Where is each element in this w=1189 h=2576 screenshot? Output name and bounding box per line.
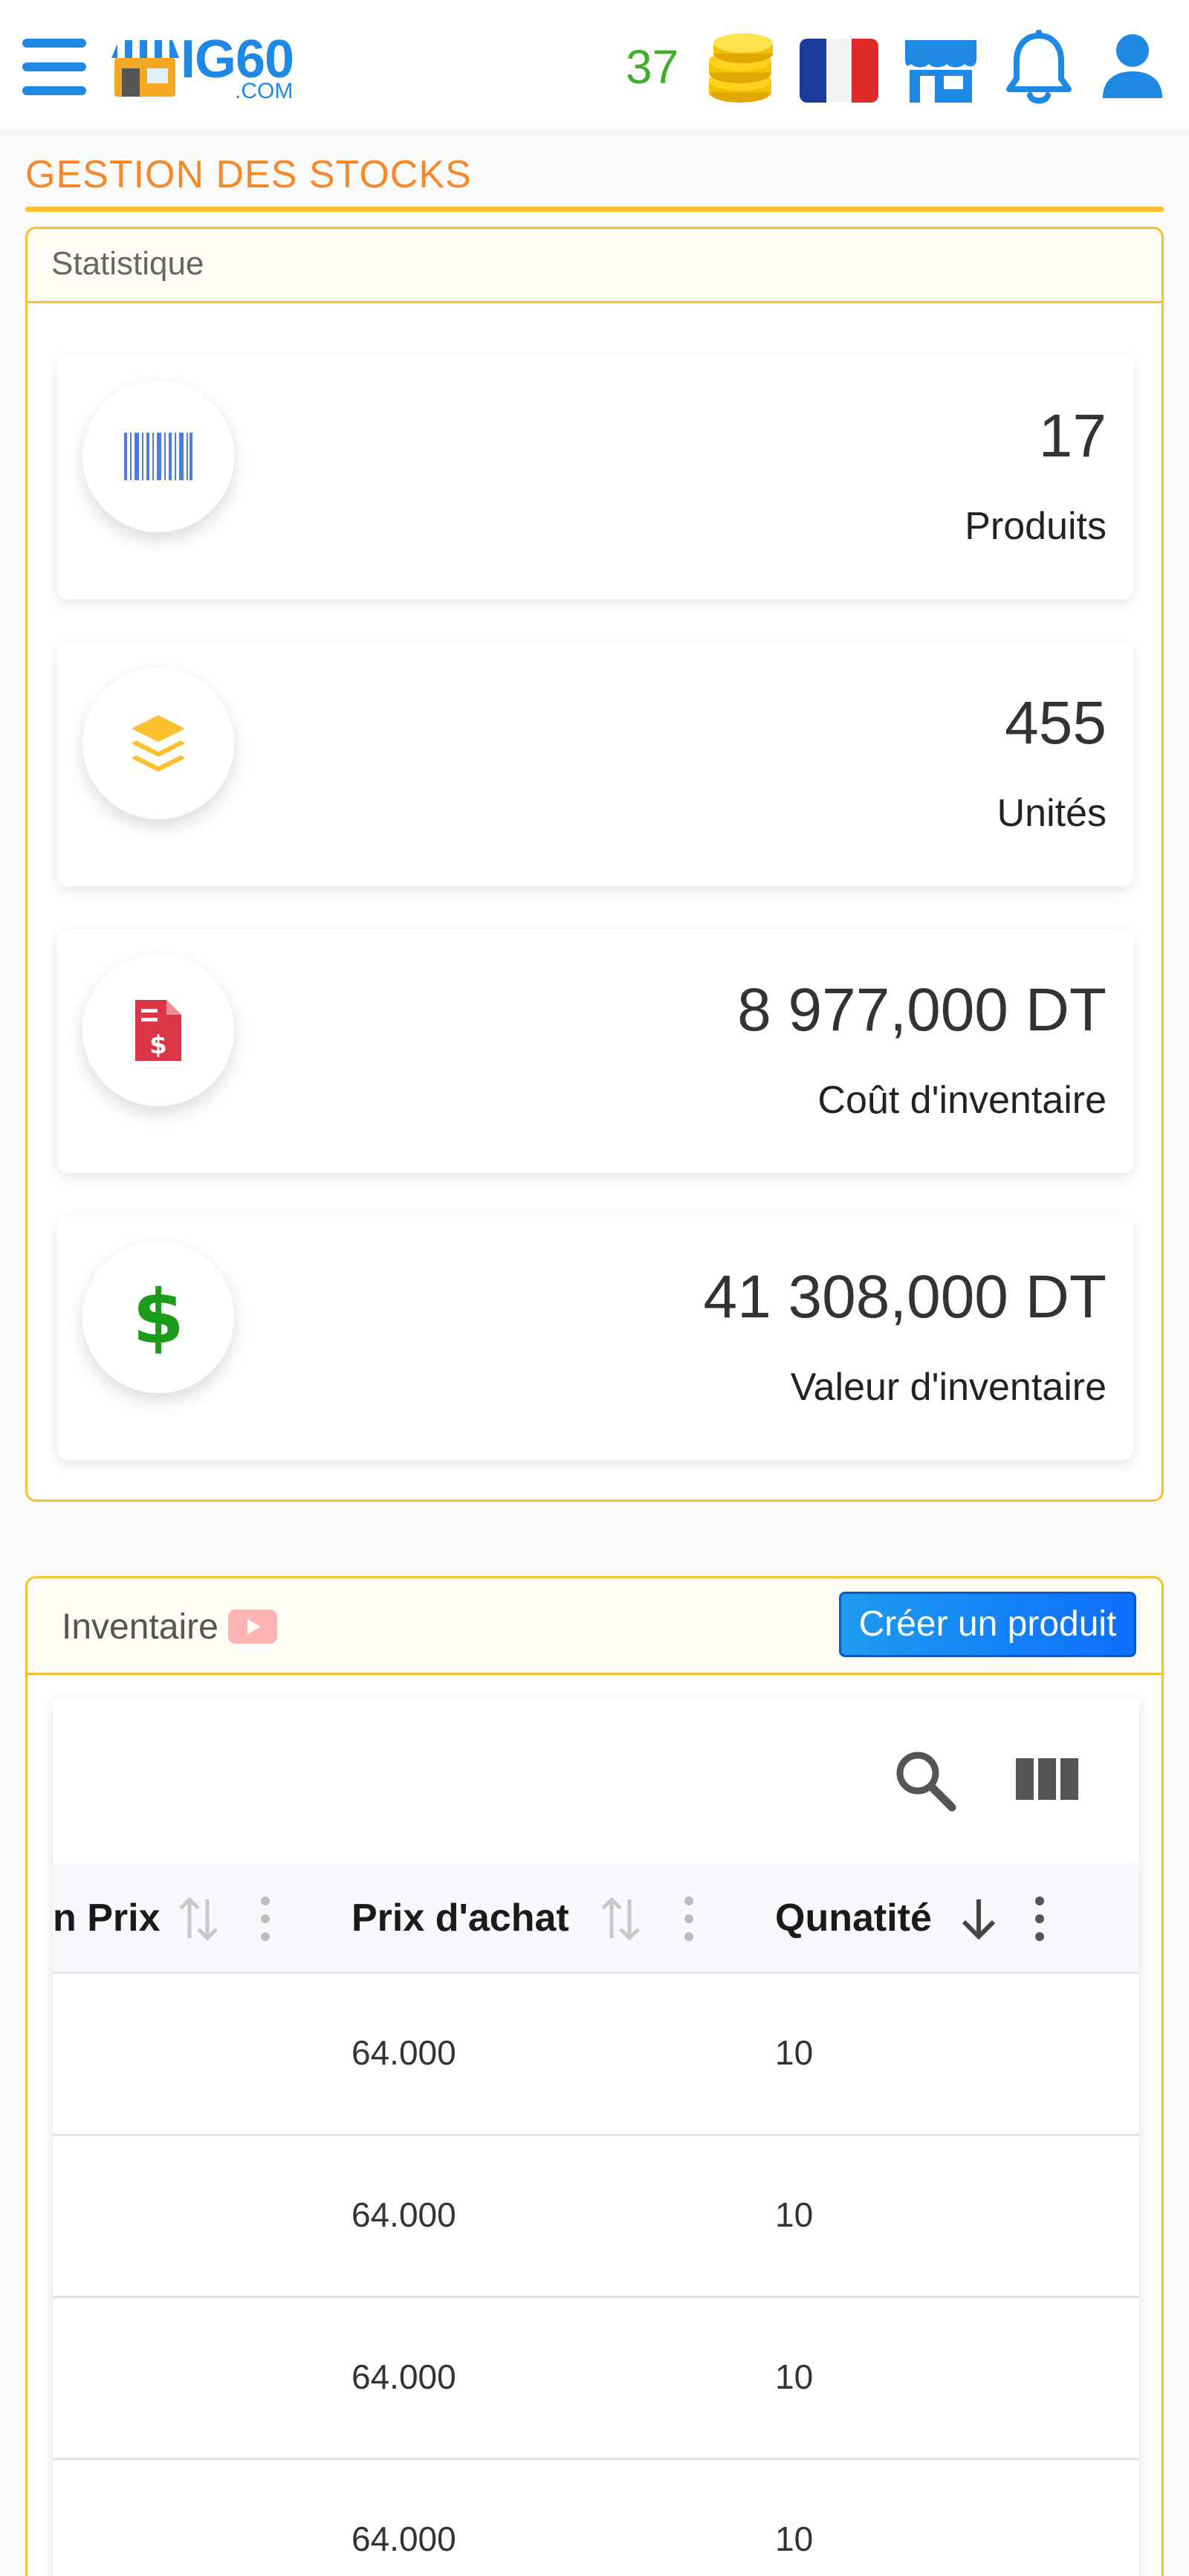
stat-label: Unités — [997, 792, 1107, 835]
french-flag-icon[interactable] — [800, 39, 878, 103]
dollar-icon: $ — [132, 1280, 184, 1355]
table-row[interactable]: 64.000 10 — [53, 2136, 1139, 2298]
stat-value: 41 308,000 DT — [703, 1263, 1107, 1331]
column-header-prix[interactable]: n Prix — [53, 1892, 161, 1944]
bell-icon[interactable] — [1005, 30, 1073, 107]
inventory-table: n Prix Prix d'achat Qunatité 64.000 10 6… — [53, 1697, 1139, 2576]
stat-inventory-value: $ 41 308,000 DT Valeur d'inventaire — [57, 1216, 1133, 1460]
logo-subtext: .COM — [235, 79, 294, 103]
statistics-card-header: Statistique — [27, 229, 1162, 303]
cell-quantite: 10 — [775, 2033, 814, 2072]
table-row[interactable]: 64.000 10 — [53, 2298, 1139, 2460]
store-icon[interactable] — [902, 34, 979, 106]
cell-quantite: 10 — [775, 2195, 814, 2234]
cell-prix-achat: 64.000 — [351, 2519, 456, 2558]
column-menu-icon[interactable] — [258, 1895, 273, 1943]
inventory-card: Inventaire Créer un produit n Prix Prix … — [25, 1576, 1164, 2576]
cell-prix-achat: 64.000 — [351, 2195, 456, 2234]
page: IG60 .COM 37 GESTION DES STOCKS Statisti… — [0, 0, 1189, 2576]
statistics-title: Statistique — [51, 245, 204, 282]
cell-quantite: 10 — [775, 2357, 814, 2396]
layers-icon — [132, 715, 185, 772]
menu-icon[interactable] — [22, 39, 86, 95]
logo[interactable]: IG60 .COM — [110, 30, 311, 104]
column-menu-icon[interactable] — [1032, 1895, 1047, 1943]
barcode-icon — [124, 433, 192, 480]
sort-icon[interactable] — [600, 1895, 641, 1943]
stat-label: Produits — [965, 505, 1107, 548]
top-bar: IG60 .COM 37 — [0, 0, 1189, 130]
cell-prix-achat: 64.000 — [351, 2357, 456, 2396]
columns-icon[interactable] — [1016, 1755, 1078, 1803]
stat-icon-circle: $ — [82, 955, 234, 1106]
invoice-dollar-icon: $ — [135, 1000, 181, 1061]
sort-icon[interactable] — [178, 1895, 219, 1943]
stat-inventory-cost: $ 8 977,000 DT Coût d'inventaire — [57, 929, 1133, 1173]
stat-value: 455 — [1005, 689, 1107, 757]
user-icon[interactable] — [1098, 31, 1167, 100]
table-row[interactable]: 64.000 10 — [53, 2460, 1139, 2576]
video-play-icon[interactable] — [228, 1610, 277, 1644]
stat-value: 8 977,000 DT — [737, 976, 1107, 1044]
cell-prix-achat: 64.000 — [351, 2033, 456, 2072]
svg-text:$: $ — [132, 1280, 184, 1355]
create-product-button[interactable]: Créer un produit — [839, 1592, 1136, 1657]
stat-icon-circle — [82, 668, 234, 819]
table-header: n Prix Prix d'achat Qunatité — [53, 1862, 1139, 1974]
sort-descending-icon[interactable] — [959, 1897, 998, 1941]
stat-products: 17 Produits — [57, 355, 1133, 599]
stat-label: Valeur d'inventaire — [790, 1366, 1107, 1409]
inventory-title: Inventaire — [62, 1607, 218, 1647]
stat-icon-circle — [82, 381, 234, 532]
column-menu-icon[interactable] — [681, 1895, 696, 1943]
coins-count: 37 — [626, 40, 679, 94]
search-icon[interactable] — [891, 1746, 958, 1813]
column-header-prix-achat[interactable]: Prix d'achat — [351, 1892, 569, 1944]
stat-value: 17 — [1038, 402, 1107, 470]
coins-icon[interactable] — [697, 28, 779, 110]
column-header-quantite[interactable]: Qunatité — [775, 1892, 932, 1944]
inventory-card-header: Inventaire Créer un produit — [27, 1578, 1162, 1675]
page-title: GESTION DES STOCKS — [25, 153, 472, 196]
cell-quantite: 10 — [775, 2519, 814, 2558]
stat-icon-circle: $ — [82, 1242, 234, 1393]
title-underline — [25, 207, 1164, 212]
table-row[interactable]: 64.000 10 — [53, 1974, 1139, 2136]
shop-logo-icon — [111, 40, 179, 97]
stat-label: Coût d'inventaire — [817, 1079, 1107, 1122]
statistics-card: Statistique 17 Produits 455 Unités $ 8 9… — [25, 227, 1164, 1502]
stat-units: 455 Unités — [57, 642, 1133, 886]
svg-text:$: $ — [149, 1030, 167, 1060]
